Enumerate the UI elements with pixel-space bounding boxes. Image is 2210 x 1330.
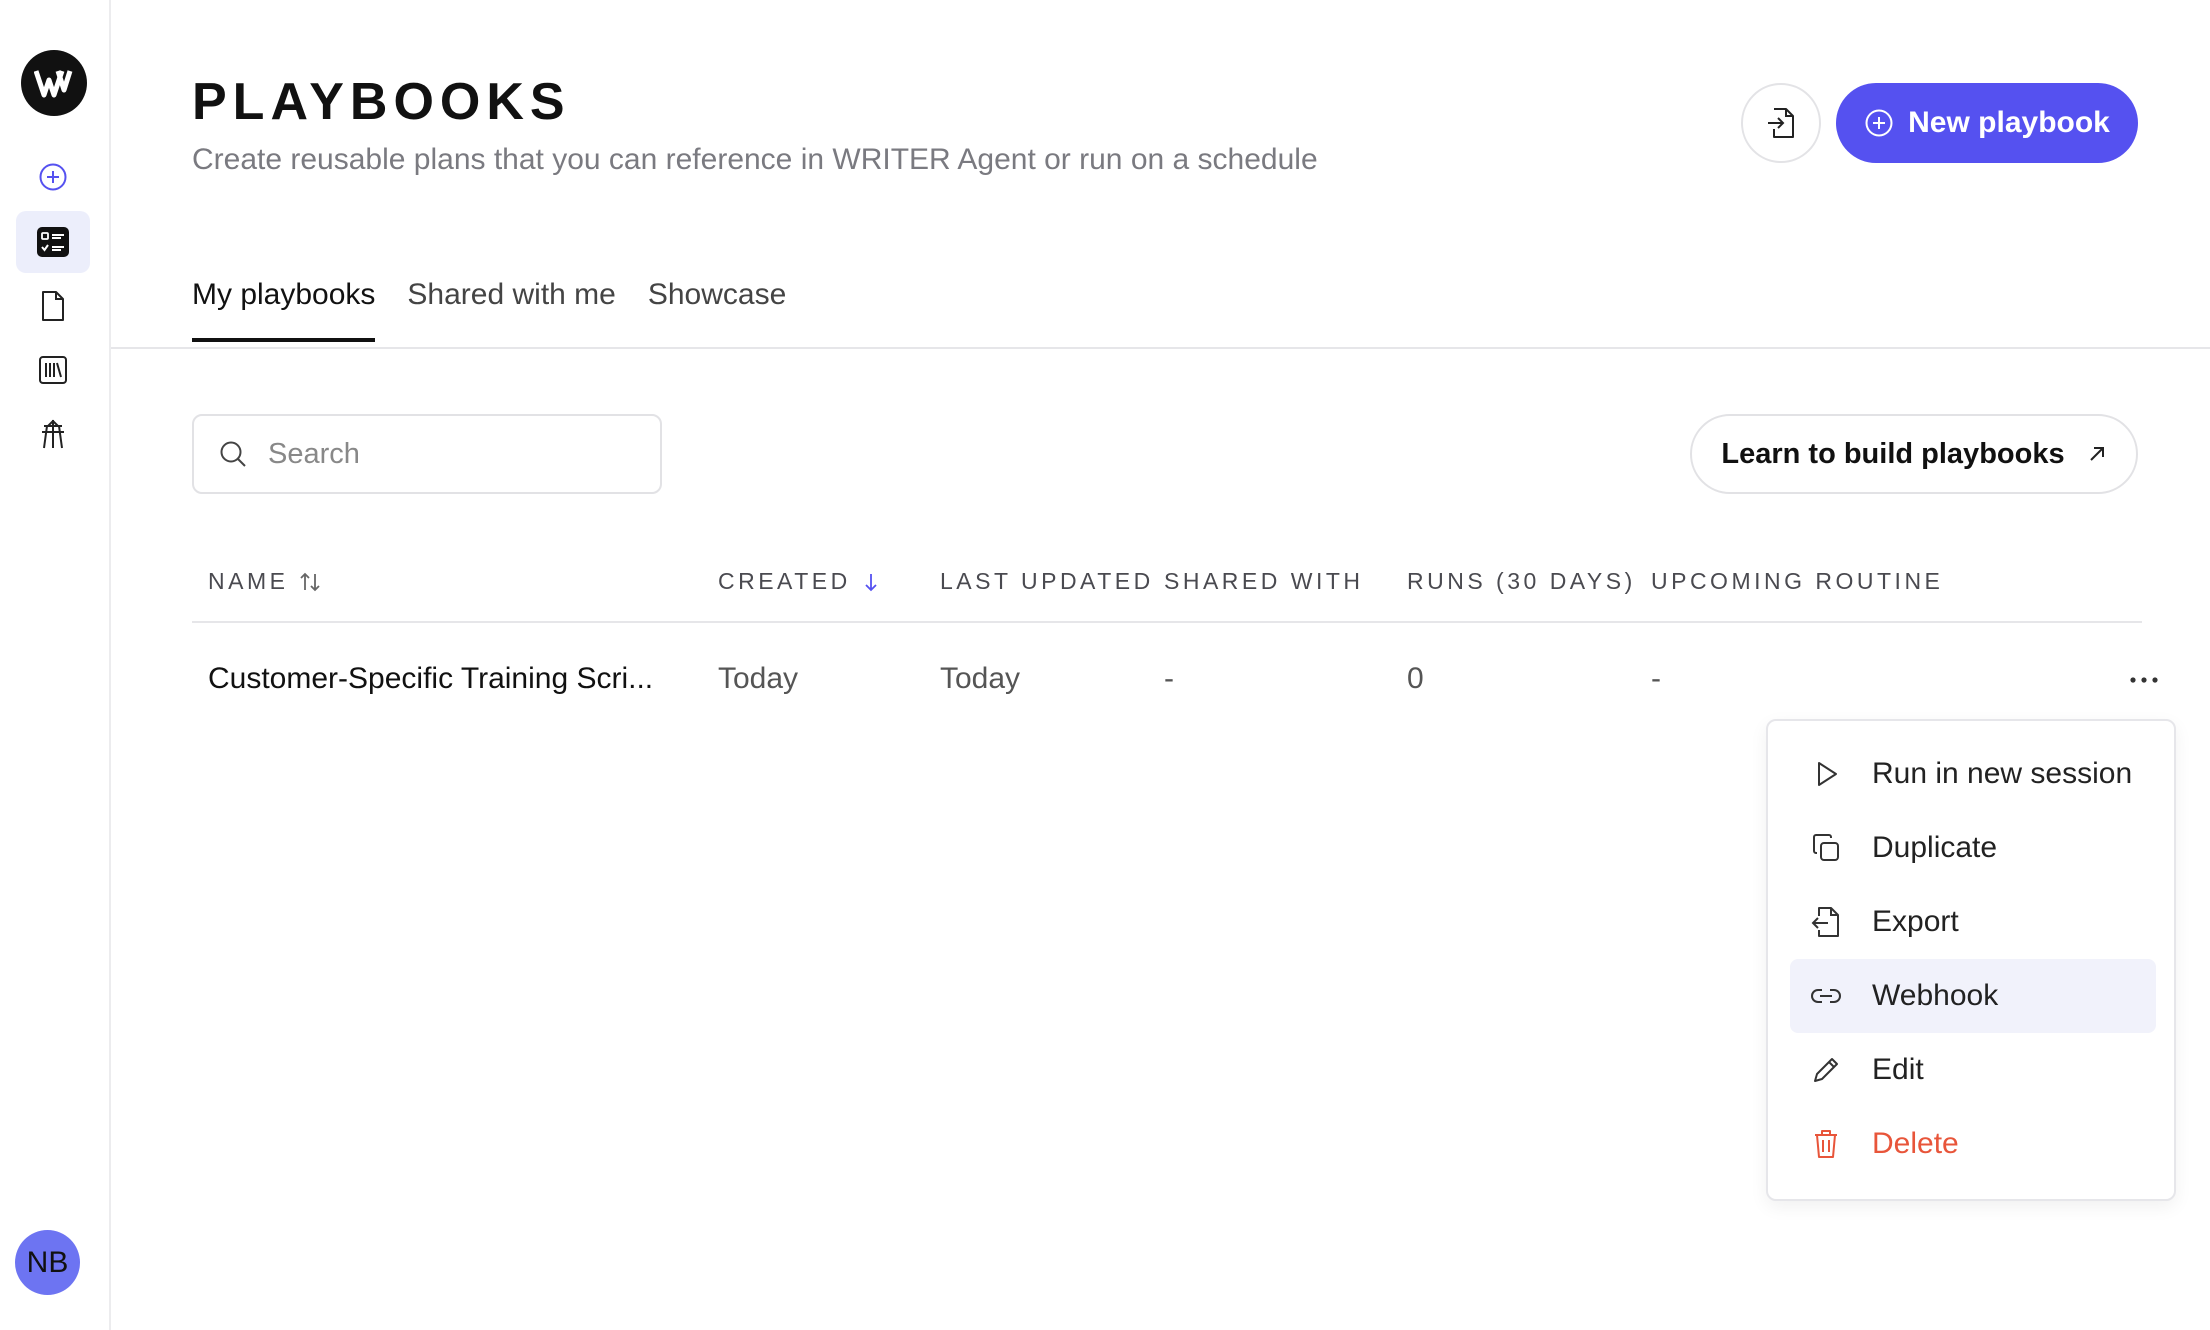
menu-item-delete[interactable]: Delete	[1790, 1107, 2156, 1181]
row-actions-menu: Run in new session Duplicate Export Webh…	[1766, 719, 2176, 1201]
pencil-icon	[1808, 1052, 1844, 1088]
search-icon	[220, 441, 246, 467]
tab-my-playbooks[interactable]: My playbooks	[192, 278, 376, 342]
menu-item-edit[interactable]: Edit	[1790, 1033, 2156, 1107]
learn-to-build-button[interactable]: Learn to build playbooks	[1690, 414, 2138, 494]
sort-both-icon	[300, 572, 321, 591]
trash-icon	[1808, 1126, 1844, 1162]
avatar-initials: NB	[26, 1245, 69, 1279]
cell-upcoming-routine: -	[1651, 662, 1661, 695]
writer-logo-icon	[34, 70, 73, 98]
search-input[interactable]	[268, 437, 628, 471]
tab-divider	[111, 347, 2210, 349]
menu-item-run-in-new-session[interactable]: Run in new session	[1790, 737, 2156, 811]
import-button[interactable]	[1741, 83, 1821, 163]
cell-last-updated: Today	[940, 662, 1021, 695]
sidebar-item-documents[interactable]	[16, 275, 90, 337]
sidebar-item-library[interactable]	[16, 339, 90, 401]
cell-name[interactable]: Customer-Specific Training Scri...	[208, 662, 653, 696]
sidebar-item-tower[interactable]	[16, 403, 90, 465]
new-playbook-button[interactable]: New playbook	[1836, 83, 2138, 163]
tab-bar: My playbooks Shared with me Showcase	[192, 278, 786, 342]
menu-item-webhook[interactable]: Webhook	[1790, 959, 2156, 1033]
tab-shared-with-me[interactable]: Shared with me	[407, 278, 615, 342]
page-subtitle: Create reusable plans that you can refer…	[192, 143, 1318, 176]
cell-runs: 0	[1407, 662, 1424, 695]
plus-circle-icon	[1865, 109, 1893, 137]
menu-item-export[interactable]: Export	[1790, 885, 2156, 959]
tab-showcase[interactable]: Showcase	[648, 278, 786, 342]
more-horizontal-icon	[2130, 677, 2158, 683]
user-avatar[interactable]: NB	[15, 1230, 80, 1295]
column-header-shared-with[interactable]: SHARED WITH	[1164, 568, 1364, 595]
export-icon	[1808, 904, 1844, 940]
document-icon	[42, 291, 64, 321]
sidebar: NB	[0, 0, 111, 1330]
column-header-runs[interactable]: RUNS (30 DAYS)	[1407, 568, 1636, 595]
column-header-name[interactable]: NAME	[208, 568, 322, 595]
sort-down-icon	[865, 573, 877, 591]
column-header-upcoming-routine[interactable]: UPCOMING ROUTINE	[1651, 568, 1943, 595]
play-icon	[1808, 756, 1844, 792]
learn-to-build-label: Learn to build playbooks	[1721, 437, 2065, 470]
cell-shared-with: -	[1164, 662, 1174, 695]
search-box[interactable]	[192, 414, 662, 494]
cell-created: Today	[718, 662, 799, 695]
new-playbook-label: New playbook	[1908, 106, 2110, 139]
row-more-options-button[interactable]	[2122, 660, 2166, 700]
link-icon	[1808, 978, 1844, 1014]
external-arrow-icon	[2089, 447, 2104, 461]
menu-item-duplicate[interactable]: Duplicate	[1790, 811, 2156, 885]
table-header-divider	[192, 621, 2142, 623]
writer-logo[interactable]	[21, 50, 87, 116]
playbook-checklist-icon	[37, 227, 69, 257]
library-icon	[39, 356, 67, 384]
column-header-last-updated[interactable]: LAST UPDATED	[940, 568, 1154, 595]
plus-circle-icon	[39, 163, 67, 191]
import-icon	[1768, 108, 1794, 138]
page-title: PLAYBOOKS	[192, 73, 571, 131]
copy-icon	[1808, 830, 1844, 866]
new-session-button[interactable]	[16, 146, 90, 208]
sidebar-item-playbooks[interactable]	[16, 211, 90, 273]
column-header-created[interactable]: CREATED	[718, 568, 881, 595]
tower-icon	[42, 419, 64, 449]
